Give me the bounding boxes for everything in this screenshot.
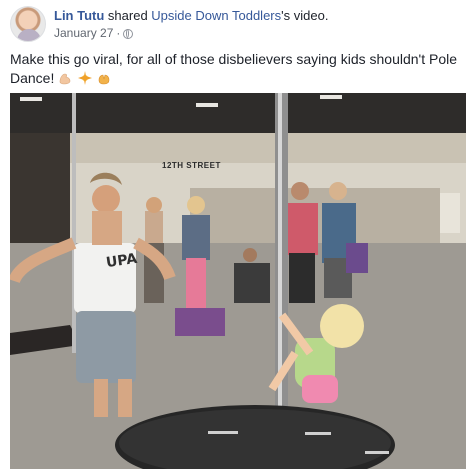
source-page-link[interactable]: Upside Down Toddlers: [151, 8, 281, 23]
source-suffix: 's video.: [281, 8, 329, 23]
globe-icon[interactable]: [123, 29, 134, 39]
post-body: Make this go viral, for all of those dis…: [10, 50, 460, 88]
video-player[interactable]: 12TH STREET UPA: [10, 93, 466, 469]
post-meta: January 27 ·: [54, 26, 134, 40]
video-frame: [10, 93, 466, 469]
meta-separator: ·: [116, 26, 121, 40]
sparkle-burst-emoji: [78, 71, 93, 85]
raising-hands-emoji: [98, 74, 110, 85]
author-name-link[interactable]: Lin Tutu: [54, 8, 104, 23]
flexed-biceps-emoji: [59, 73, 71, 85]
emoji-row: [58, 70, 114, 86]
post-date-link[interactable]: January 27: [54, 26, 113, 40]
post-headline: Lin Tutu shared Upside Down Toddlers's v…: [54, 8, 328, 23]
post-header: Lin Tutu shared Upside Down Toddlers's v…: [10, 6, 470, 42]
sign-text: 12TH STREET: [162, 161, 221, 170]
avatar[interactable]: [10, 6, 46, 42]
action-text: shared: [107, 8, 148, 23]
